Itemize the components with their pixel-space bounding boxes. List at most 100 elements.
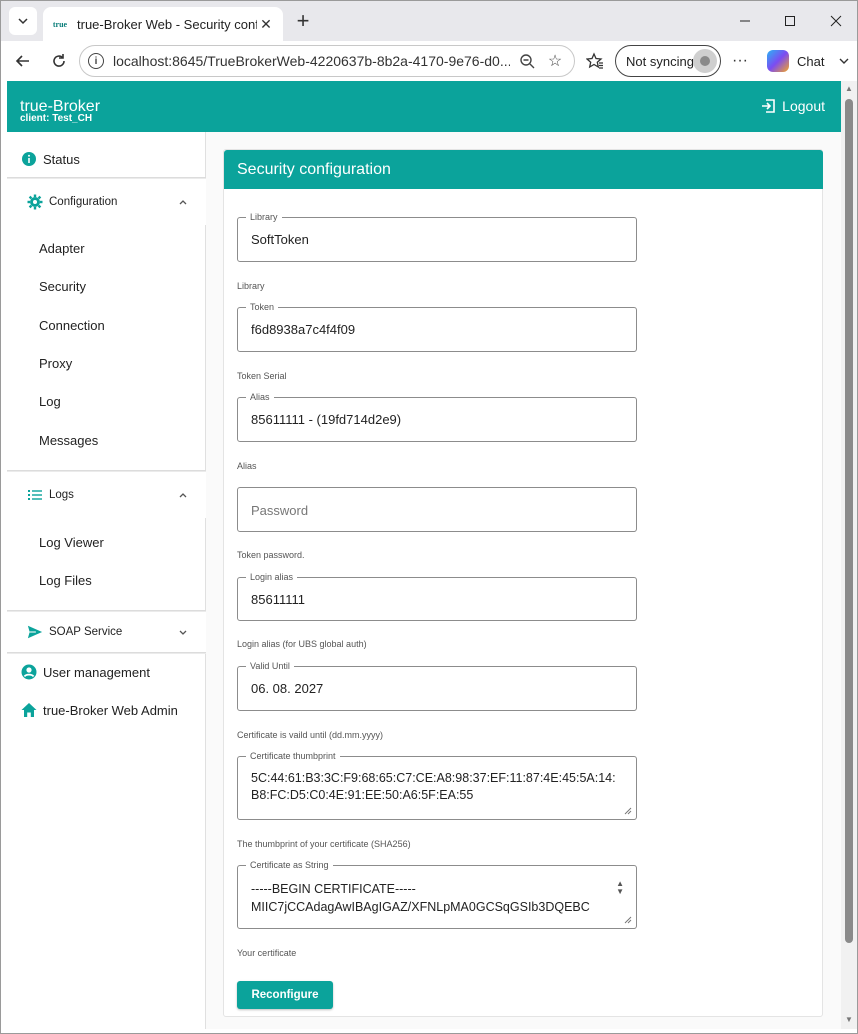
gear-icon <box>27 194 43 210</box>
send-icon <box>27 624 43 640</box>
app-header: true-Broker client: Test_CH Logout <box>7 81 841 132</box>
sidebar-item-connection[interactable]: Connection <box>39 315 105 335</box>
field-hint: Your certificate <box>237 948 297 958</box>
alias-select[interactable]: Alias 85611111 - (19fd714d2e9) <box>237 391 637 442</box>
chevron-up-icon <box>179 493 187 498</box>
back-icon[interactable] <box>11 49 35 73</box>
sidebar-item-adapter[interactable]: Adapter <box>39 238 85 258</box>
field-hint: Certificate is vaild until (dd.mm.yyyy) <box>237 730 384 740</box>
field-label: Alias <box>246 391 274 403</box>
new-tab-icon[interactable]: + <box>291 8 315 33</box>
password-field[interactable]: Password <box>237 487 637 532</box>
certificate-string-textarea[interactable]: Certificate as String -----BEGIN CERTIFI… <box>237 859 637 929</box>
page-title: Security configuration <box>224 150 823 189</box>
sidebar-item-admin[interactable]: true-Broker Web Admin <box>7 691 206 729</box>
chevron-down-icon <box>179 630 187 635</box>
close-window-icon[interactable] <box>824 9 848 33</box>
field-hint: The thumbprint of your certificate (SHA2… <box>237 839 411 849</box>
logout-label: Logout <box>782 98 825 114</box>
library-select[interactable]: Library SoftToken <box>237 211 637 262</box>
library-value: SoftToken <box>251 232 309 247</box>
certificate-line-1: -----BEGIN CERTIFICATE----- <box>251 882 416 896</box>
logout-button[interactable]: Logout <box>760 98 825 114</box>
favicon-icon: true <box>52 19 68 29</box>
sync-label: Not syncing <box>626 53 694 69</box>
resize-handle-icon[interactable] <box>624 807 632 815</box>
field-hint: Library <box>237 281 265 291</box>
sidebar-group-label: SOAP Service <box>49 626 123 638</box>
maximize-icon[interactable] <box>778 9 802 33</box>
chevron-down-icon[interactable] <box>838 55 850 67</box>
field-hint: Token password. <box>237 550 305 560</box>
sidebar-item-label: User management <box>43 664 150 680</box>
sidebar-item-security[interactable]: Security <box>39 276 86 296</box>
sidebar-item-label: Status <box>43 151 80 167</box>
page-scrollbar[interactable]: ▲ ▼ <box>841 81 857 1029</box>
resize-handle-icon[interactable] <box>624 916 632 924</box>
field-label: Certificate thumbprint <box>246 750 340 762</box>
profile-sync-button[interactable]: Not syncing <box>615 45 721 77</box>
sidebar: Status Configuration Adapter Security Co… <box>7 132 206 1029</box>
alias-value: 85611111 - (19fd714d2e9) <box>251 412 402 427</box>
sidebar-item-proxy[interactable]: Proxy <box>39 353 72 373</box>
login-alias-field[interactable]: Login alias 85611111 <box>237 571 637 621</box>
sidebar-item-status[interactable]: Status <box>7 140 206 178</box>
sidebar-group-configuration[interactable]: Configuration <box>7 179 206 225</box>
field-label: Login alias <box>246 571 298 583</box>
scroll-up-icon[interactable]: ▲ <box>845 84 853 93</box>
home-icon <box>21 702 37 718</box>
scroll-down-icon[interactable]: ▼ <box>845 1015 853 1024</box>
token-select[interactable]: Token f6d8938a7c4f4f09 <box>237 301 637 352</box>
info-icon <box>21 151 37 167</box>
tab-title: true-Broker Web - Security configu <box>77 16 257 32</box>
valid-until-value: 06. 08. 2027 <box>251 681 324 696</box>
favorites-icon[interactable] <box>583 49 607 73</box>
field-hint: Login alias (for UBS global auth) <box>237 639 367 649</box>
field-label: Valid Until <box>246 660 294 672</box>
avatar <box>693 49 717 73</box>
sidebar-item-log-files[interactable]: Log Files <box>39 570 92 590</box>
site-info-icon[interactable]: i <box>88 53 104 69</box>
url-text[interactable]: localhost:8645/TrueBrokerWeb-4220637b-8b… <box>113 53 510 69</box>
sidebar-group-label: Configuration <box>49 196 118 208</box>
sidebar-item-label: true-Broker Web Admin <box>43 702 178 718</box>
sidebar-item-user-management[interactable]: User management <box>7 653 206 691</box>
sidebar-group-label: Logs <box>49 489 74 501</box>
sidebar-group-logs[interactable]: Logs <box>7 472 206 518</box>
certificate-thumbprint-textarea[interactable]: Certificate thumbprint 5C:44:61:B3:3C:F9… <box>237 750 637 820</box>
address-bar[interactable]: i localhost:8645/TrueBrokerWeb-4220637b-… <box>79 45 575 77</box>
client-label: client: Test_CH <box>20 113 93 124</box>
sidebar-item-log-viewer[interactable]: Log Viewer <box>39 532 104 552</box>
browser-toolbar: i localhost:8645/TrueBrokerWeb-4220637b-… <box>1 41 857 81</box>
favorite-star-icon[interactable]: ☆ <box>544 50 566 72</box>
copilot-icon <box>767 50 789 72</box>
browser-window: true true-Broker Web - Security configu … <box>0 0 858 1034</box>
list-icon <box>27 487 43 503</box>
account-circle-icon <box>21 664 37 680</box>
zoom-icon[interactable] <box>516 50 538 72</box>
sidebar-group-soap-service[interactable]: SOAP Service <box>7 612 206 652</box>
close-tab-icon[interactable]: ✕ <box>257 15 275 33</box>
login-alias-value: 85611111 <box>251 592 305 607</box>
chat-label: Chat <box>797 53 825 69</box>
security-configuration-card: Security configuration Library SoftToken… <box>223 149 823 1017</box>
browser-tab[interactable]: true true-Broker Web - Security configu … <box>43 7 283 41</box>
app: true-Broker client: Test_CH Logout Statu… <box>7 81 841 1029</box>
tab-actions-button[interactable] <box>9 7 37 35</box>
minimize-icon[interactable] <box>733 9 757 33</box>
copilot-chat-button[interactable]: Chat <box>761 45 855 77</box>
field-hint: Token Serial <box>237 371 287 381</box>
sidebar-item-messages[interactable]: Messages <box>39 430 98 450</box>
scrollbar-thumb[interactable] <box>845 99 853 943</box>
valid-until-field[interactable]: Valid Until 06. 08. 2027 <box>237 660 637 711</box>
certificate-line-2: MIIC7jCCAdagAwIBAgIGAZ/XFNLpMA0GCSqGSIb3… <box>251 900 590 914</box>
sidebar-item-log[interactable]: Log <box>39 391 61 411</box>
thumbprint-value: 5C:44:61:B3:3C:F9:68:65:C7:CE:A8:98:37:E… <box>251 771 616 802</box>
scroll-arrows-icon[interactable]: ▲ ▼ <box>616 880 624 896</box>
refresh-icon[interactable] <box>47 49 71 73</box>
chevron-up-icon <box>179 200 187 205</box>
password-placeholder: Password <box>251 503 309 518</box>
reconfigure-button[interactable]: Reconfigure <box>237 981 333 1009</box>
tab-strip: true true-Broker Web - Security configu … <box>1 1 857 41</box>
more-options-icon[interactable]: ··· <box>728 49 752 73</box>
